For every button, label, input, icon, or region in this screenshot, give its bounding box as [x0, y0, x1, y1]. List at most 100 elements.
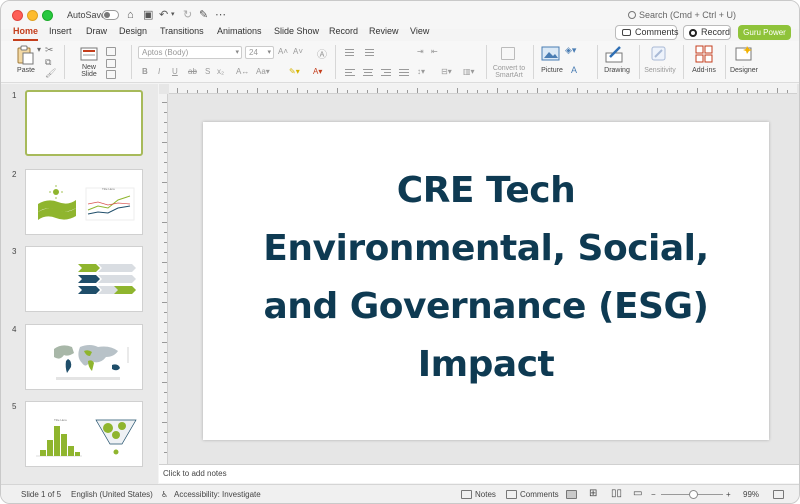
columns-icon[interactable]: ▥▾: [463, 67, 475, 76]
thumbnail-slide-3[interactable]: [25, 246, 143, 312]
minimize-window-button[interactable]: [27, 10, 38, 21]
cut-icon[interactable]: ✂: [45, 45, 53, 56]
subscript-icon[interactable]: x₂: [217, 67, 224, 76]
copy-icon[interactable]: ⧉: [45, 57, 51, 68]
addins-icon[interactable]: [695, 45, 713, 63]
paste-icon[interactable]: [15, 45, 35, 65]
font-color-icon[interactable]: A▾: [313, 67, 322, 76]
ruler-tick: [164, 132, 167, 133]
thumbnail-slide-1[interactable]: [25, 90, 143, 156]
zoom-window-button[interactable]: [42, 10, 53, 21]
slide-sorter-icon[interactable]: ⊞: [589, 488, 597, 499]
ruler-tick: [164, 402, 167, 403]
outdent-icon[interactable]: ⇤: [431, 47, 438, 56]
shadow-icon[interactable]: S: [205, 67, 210, 76]
reset-icon[interactable]: [106, 59, 116, 68]
increase-font-icon[interactable]: A˄: [278, 47, 288, 56]
tab-animations[interactable]: Animations: [217, 26, 262, 36]
slideshow-view-icon[interactable]: ▭: [633, 488, 642, 499]
thumbnail-slide-5[interactable]: Title Here: [25, 401, 143, 467]
record-label: Record: [701, 27, 731, 37]
designer-icon[interactable]: [734, 45, 754, 63]
decrease-font-icon[interactable]: A˅: [293, 47, 303, 56]
underline-icon[interactable]: U: [172, 67, 178, 76]
tab-transitions[interactable]: Transitions: [160, 26, 204, 36]
ruler-tick: [164, 122, 167, 123]
bold-icon[interactable]: B: [142, 67, 148, 76]
section-icon[interactable]: [106, 70, 116, 79]
align-text-icon[interactable]: ⊟▾: [441, 67, 452, 76]
tab-design[interactable]: Design: [119, 26, 147, 36]
thumbnail-number: 4: [12, 325, 17, 334]
new-slide-icon[interactable]: [79, 45, 99, 63]
reading-view-icon[interactable]: ▯▯: [611, 488, 622, 499]
notes-pane[interactable]: Click to add notes: [159, 464, 799, 483]
undo-icon[interactable]: ↶: [159, 9, 168, 21]
record-button[interactable]: Record: [683, 25, 731, 40]
format-painter-brush-icon[interactable]: 🖌: [45, 68, 56, 79]
indent-icon[interactable]: ⇥: [417, 47, 424, 56]
ruler-tick: [777, 88, 778, 93]
smartart-icon[interactable]: [501, 47, 515, 60]
text-direction-icon[interactable]: ↕▾: [417, 67, 425, 76]
strikethrough-icon[interactable]: ab: [188, 67, 197, 76]
font-name-select[interactable]: Aptos (Body) ▾: [138, 46, 242, 59]
change-case-icon[interactable]: Aa▾: [256, 67, 270, 76]
current-slide[interactable]: CRE Tech Environmental, Social, and Gove…: [203, 122, 769, 440]
ruler-tick: [327, 90, 328, 93]
convert-smartart-label: Convert to SmartArt: [492, 65, 526, 79]
layout-icon[interactable]: [106, 47, 116, 56]
paste-dropdown-icon[interactable]: ▾: [37, 45, 41, 54]
comments-toggle[interactable]: Comments: [520, 490, 559, 499]
autosave-toggle[interactable]: [102, 10, 119, 20]
sensitivity-icon[interactable]: [650, 45, 668, 63]
ruler-tick: [517, 90, 518, 93]
format-painter-icon[interactable]: ✎: [199, 9, 208, 21]
tab-review[interactable]: Review: [369, 26, 399, 36]
italic-icon[interactable]: I: [158, 67, 160, 76]
tab-insert[interactable]: Insert: [49, 26, 72, 36]
search-box[interactable]: Search (Cmd + Ctrl + U): [628, 10, 736, 20]
accessibility-status[interactable]: Accessibility: Investigate: [174, 490, 261, 499]
highlight-icon[interactable]: ✎▾: [289, 67, 300, 76]
slide-title[interactable]: CRE Tech Environmental, Social, and Gove…: [233, 162, 739, 394]
tab-record[interactable]: Record: [329, 26, 358, 36]
thumbnail-slide-4[interactable]: [25, 324, 143, 390]
textbox-icon[interactable]: A: [571, 65, 577, 75]
horizontal-ruler[interactable]: [169, 84, 797, 94]
more-icon[interactable]: ⋯: [215, 9, 226, 21]
normal-view-icon[interactable]: [566, 490, 577, 499]
save-icon[interactable]: ▣: [143, 9, 153, 21]
close-window-button[interactable]: [12, 10, 23, 21]
guru-power-button[interactable]: Guru Power: [738, 25, 791, 40]
home-icon[interactable]: ⌂: [127, 9, 134, 21]
tab-home[interactable]: Home: [13, 26, 39, 41]
notes-toggle[interactable]: Notes: [475, 490, 496, 499]
thumbnail-slide-2[interactable]: Title Here: [25, 169, 143, 235]
slide-editor: CRE Tech Environmental, Social, and Gove…: [159, 84, 799, 464]
language-indicator[interactable]: English (United States): [71, 490, 153, 499]
ruler-tick: [162, 182, 167, 183]
character-spacing-icon[interactable]: A↔: [236, 67, 249, 76]
zoom-out-icon[interactable]: −: [651, 490, 656, 499]
comments-button[interactable]: Comments: [615, 25, 679, 40]
zoom-slider-handle[interactable]: [689, 490, 698, 499]
undo-dropdown-icon[interactable]: ▾: [171, 9, 175, 21]
tab-slide-show[interactable]: Slide Show: [274, 26, 319, 36]
vertical-ruler[interactable]: [159, 94, 168, 464]
font-size-select[interactable]: 24 ▾: [245, 46, 274, 59]
picture-icon[interactable]: [541, 45, 561, 63]
slide-title-line: Environmental, Social,: [263, 228, 709, 269]
ruler-tick: [717, 90, 718, 93]
ruler-tick: [707, 90, 708, 93]
tab-draw[interactable]: Draw: [86, 26, 107, 36]
shapes-icon[interactable]: ◈▾: [565, 45, 576, 56]
zoom-in-icon[interactable]: +: [726, 490, 731, 499]
drawing-icon[interactable]: [605, 45, 625, 63]
redo-icon[interactable]: ↻: [183, 9, 192, 21]
fit-to-window-icon[interactable]: [773, 490, 784, 499]
tab-view[interactable]: View: [410, 26, 429, 36]
clear-format-icon[interactable]: Ⓐ: [317, 46, 327, 61]
zoom-level[interactable]: 99%: [743, 490, 759, 499]
ruler-tick: [527, 90, 528, 93]
